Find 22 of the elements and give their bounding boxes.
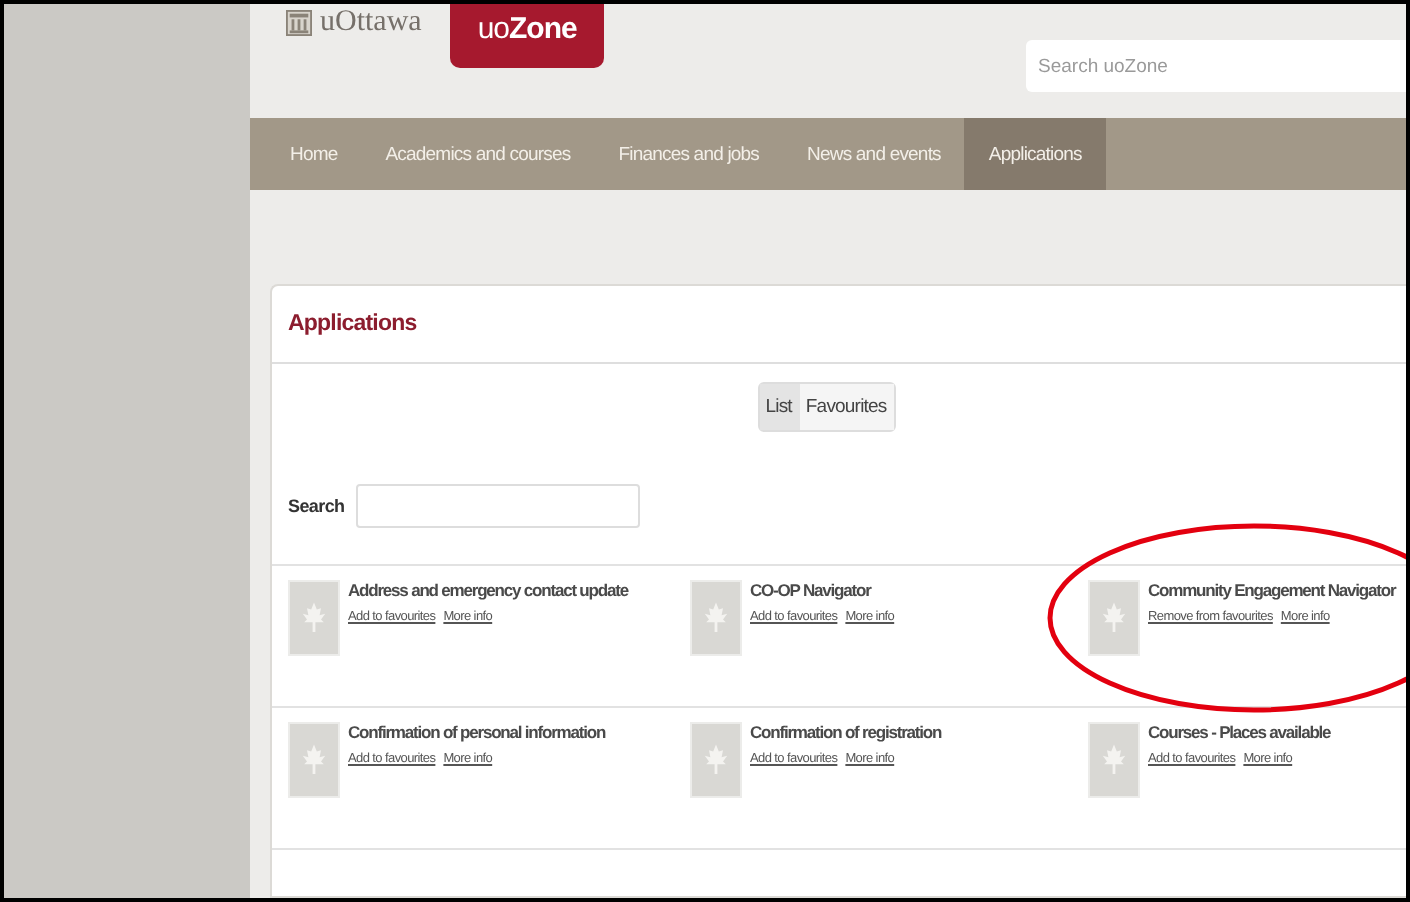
app-name[interactable]: CO-OP Navigator [750, 580, 895, 600]
building-icon [286, 10, 312, 36]
nav-item[interactable]: Applications [964, 118, 1106, 190]
app-name[interactable]: Confirmation of registration [750, 722, 942, 742]
maple-leaf-icon[interactable] [288, 722, 340, 798]
search-label: Search [288, 496, 345, 516]
maple-leaf-icon[interactable] [288, 580, 340, 656]
maple-leaf-icon[interactable] [690, 722, 742, 798]
maple-leaf-icon[interactable] [690, 580, 742, 656]
app-name[interactable]: Courses - Places available [1148, 722, 1331, 742]
toggle-button[interactable]: List [759, 384, 800, 430]
panel-title: Applications [288, 312, 417, 336]
maple-leaf-icon[interactable] [1088, 722, 1140, 798]
app-tab[interactable]: uoZone [449, 4, 605, 68]
search-field[interactable] [356, 484, 641, 528]
app-name[interactable]: Community Engagement Navigator [1148, 580, 1396, 600]
maple-leaf-icon[interactable] [1088, 580, 1140, 656]
search-field[interactable]: Search uoZone [1026, 40, 1406, 92]
logo-text: uOttawa [320, 6, 422, 40]
toggle-button[interactable]: Favourites [799, 384, 895, 430]
app-name[interactable]: Confirmation of personal information [348, 722, 606, 742]
app-name[interactable]: Address and emergency contact update [348, 580, 628, 600]
